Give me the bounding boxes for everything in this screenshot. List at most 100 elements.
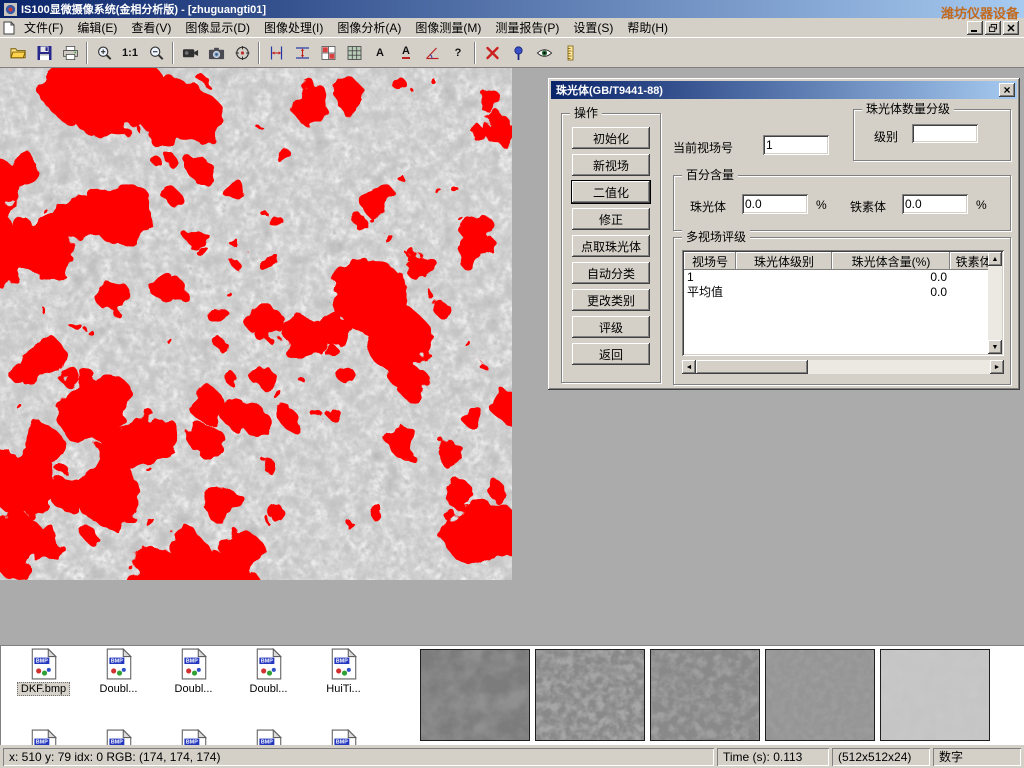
- scrollbar-track[interactable]: [696, 360, 990, 374]
- text-annotation-button[interactable]: A: [367, 40, 393, 65]
- caliper-horizontal-button[interactable]: [289, 40, 315, 65]
- delete-annotation-button[interactable]: [479, 40, 505, 65]
- scrollbar-track[interactable]: [988, 266, 1002, 340]
- thumbnail-5[interactable]: [880, 649, 990, 741]
- ruler-button[interactable]: [557, 40, 583, 65]
- file-list-row-2: BMPBMPBMPBMPBMP: [6, 729, 381, 745]
- pearlite-dialog: 珠光体(GB/T9441-88) × 操作 初始化新视场二值化修正点取珠光体自动…: [548, 78, 1020, 390]
- micrograph-view[interactable]: [0, 68, 512, 580]
- angle-icon: [424, 45, 441, 61]
- column-header[interactable]: 铁素体含量(%): [950, 252, 988, 270]
- one-to-one-icon: 1:1: [122, 47, 138, 59]
- table-row[interactable]: 10.0: [684, 270, 988, 285]
- file-item-partial[interactable]: BMP: [6, 729, 81, 745]
- file-item[interactable]: BMPHuiTi...: [306, 648, 381, 696]
- target-button[interactable]: [229, 40, 255, 65]
- menu-image-measure[interactable]: 图像测量(M): [408, 19, 488, 37]
- caliper-button[interactable]: [263, 40, 289, 65]
- save-button[interactable]: [31, 40, 57, 65]
- file-item[interactable]: BMPDoubl...: [81, 648, 156, 696]
- scroll-up-button[interactable]: ▲: [988, 252, 1002, 266]
- pearlite-percent-input[interactable]: [742, 194, 808, 214]
- file-item-partial[interactable]: BMP: [81, 729, 156, 745]
- initialize-button[interactable]: 初始化: [572, 127, 650, 149]
- file-item-partial[interactable]: BMP: [231, 729, 306, 745]
- grid-measure-button[interactable]: [315, 40, 341, 65]
- pick-pearlite-button[interactable]: 点取珠光体: [572, 235, 650, 257]
- photo-capture-button[interactable]: [203, 40, 229, 65]
- table-horizontal-scrollbar[interactable]: ◄ ►: [682, 360, 1004, 374]
- grade-button[interactable]: 评级: [572, 316, 650, 338]
- level-label: 级别: [874, 128, 898, 145]
- menu-image-analysis[interactable]: 图像分析(A): [330, 19, 408, 37]
- help-button[interactable]: ?: [445, 40, 471, 65]
- angle-measure-button[interactable]: [419, 40, 445, 65]
- percent-sign: %: [816, 198, 827, 212]
- dialog-title-bar[interactable]: 珠光体(GB/T9441-88) ×: [551, 81, 1017, 99]
- preview-button[interactable]: [531, 40, 557, 65]
- thumbnail-4[interactable]: [765, 649, 875, 741]
- child-minimize-button[interactable]: [967, 21, 983, 35]
- new-field-button[interactable]: 新视场: [572, 154, 650, 176]
- multifield-group: 多视场评级 视场号珠光体级别珠光体含量(%)铁素体含量(%) 10.0平均值0.…: [673, 237, 1011, 385]
- file-item[interactable]: BMPDoubl...: [156, 648, 231, 696]
- ferrite-percent-input[interactable]: [902, 194, 968, 214]
- menu-view[interactable]: 查看(V): [124, 19, 178, 37]
- thumbnail-2[interactable]: [535, 649, 645, 741]
- video-capture-button[interactable]: [177, 40, 203, 65]
- scroll-left-button[interactable]: ◄: [682, 360, 696, 374]
- change-class-button[interactable]: 更改类别: [572, 289, 650, 311]
- app-icon: [4, 3, 17, 16]
- svg-text:BMP: BMP: [185, 659, 197, 665]
- return-button[interactable]: 返回: [572, 343, 650, 365]
- operation-group: 操作 初始化新视场二值化修正点取珠光体自动分类更改类别评级返回: [561, 113, 661, 383]
- menu-measure-report[interactable]: 测量报告(P): [488, 19, 566, 37]
- scroll-right-button[interactable]: ►: [990, 360, 1004, 374]
- table-cell: 0.0: [832, 270, 950, 285]
- open-button[interactable]: [5, 40, 31, 65]
- marker-button[interactable]: [505, 40, 531, 65]
- thumbnail-3[interactable]: [650, 649, 760, 741]
- menu-edit[interactable]: 编辑(E): [70, 19, 124, 37]
- svg-text:BMP: BMP: [335, 659, 347, 665]
- title-bar: IS100显微摄像系统(金相分析版) - [zhuguangti01]: [0, 0, 1024, 18]
- zoom-in-button[interactable]: [91, 40, 117, 65]
- scrollbar-thumb[interactable]: [696, 360, 808, 374]
- file-item[interactable]: BMPDoubl...: [231, 648, 306, 696]
- level-input[interactable]: [912, 124, 978, 143]
- actual-size-button[interactable]: 1:1: [117, 40, 143, 65]
- thumbnail-1[interactable]: [420, 649, 530, 741]
- dialog-close-button[interactable]: ×: [999, 83, 1015, 97]
- current-field-input[interactable]: [763, 135, 829, 155]
- menu-image-process[interactable]: 图像处理(I): [257, 19, 330, 37]
- menu-settings[interactable]: 设置(S): [566, 19, 620, 37]
- column-header[interactable]: 珠光体含量(%): [832, 252, 950, 270]
- zoom-out-button[interactable]: [143, 40, 169, 65]
- file-item[interactable]: BMPDKF.bmp: [6, 648, 81, 696]
- scroll-down-button[interactable]: ▼: [988, 340, 1002, 354]
- column-header[interactable]: 视场号: [684, 252, 736, 270]
- menu-help[interactable]: 帮助(H): [620, 19, 675, 37]
- binarize-button[interactable]: 二值化: [572, 181, 650, 203]
- child-restore-button[interactable]: [985, 21, 1001, 35]
- dialog-body: 操作 初始化新视场二值化修正点取珠光体自动分类更改类别评级返回 当前视场号 珠光…: [551, 99, 1017, 387]
- percent-group: 百分含量 珠光体 % 铁素体 %: [673, 175, 1011, 231]
- table-vertical-scrollbar[interactable]: ▲ ▼: [988, 252, 1002, 354]
- mode-status: 数字: [933, 748, 1021, 766]
- print-button[interactable]: [57, 40, 83, 65]
- bmp-file-icon: BMP: [181, 648, 207, 680]
- column-header[interactable]: 珠光体级别: [736, 252, 832, 270]
- text-style-button[interactable]: A: [393, 40, 419, 65]
- revise-button[interactable]: 修正: [572, 208, 650, 230]
- child-close-button[interactable]: [1003, 21, 1019, 35]
- zoom-in-icon: [96, 45, 113, 61]
- auto-classify-button[interactable]: 自动分类: [572, 262, 650, 284]
- percent-sign: %: [976, 198, 987, 212]
- menu-file[interactable]: 文件(F): [17, 19, 70, 37]
- menu-image-display[interactable]: 图像显示(D): [178, 19, 257, 37]
- table-row[interactable]: 平均值0.0: [684, 285, 988, 300]
- file-item-partial[interactable]: BMP: [156, 729, 231, 745]
- file-item-partial[interactable]: BMP: [306, 729, 381, 745]
- area-measure-button[interactable]: [341, 40, 367, 65]
- document-icon[interactable]: [3, 21, 17, 35]
